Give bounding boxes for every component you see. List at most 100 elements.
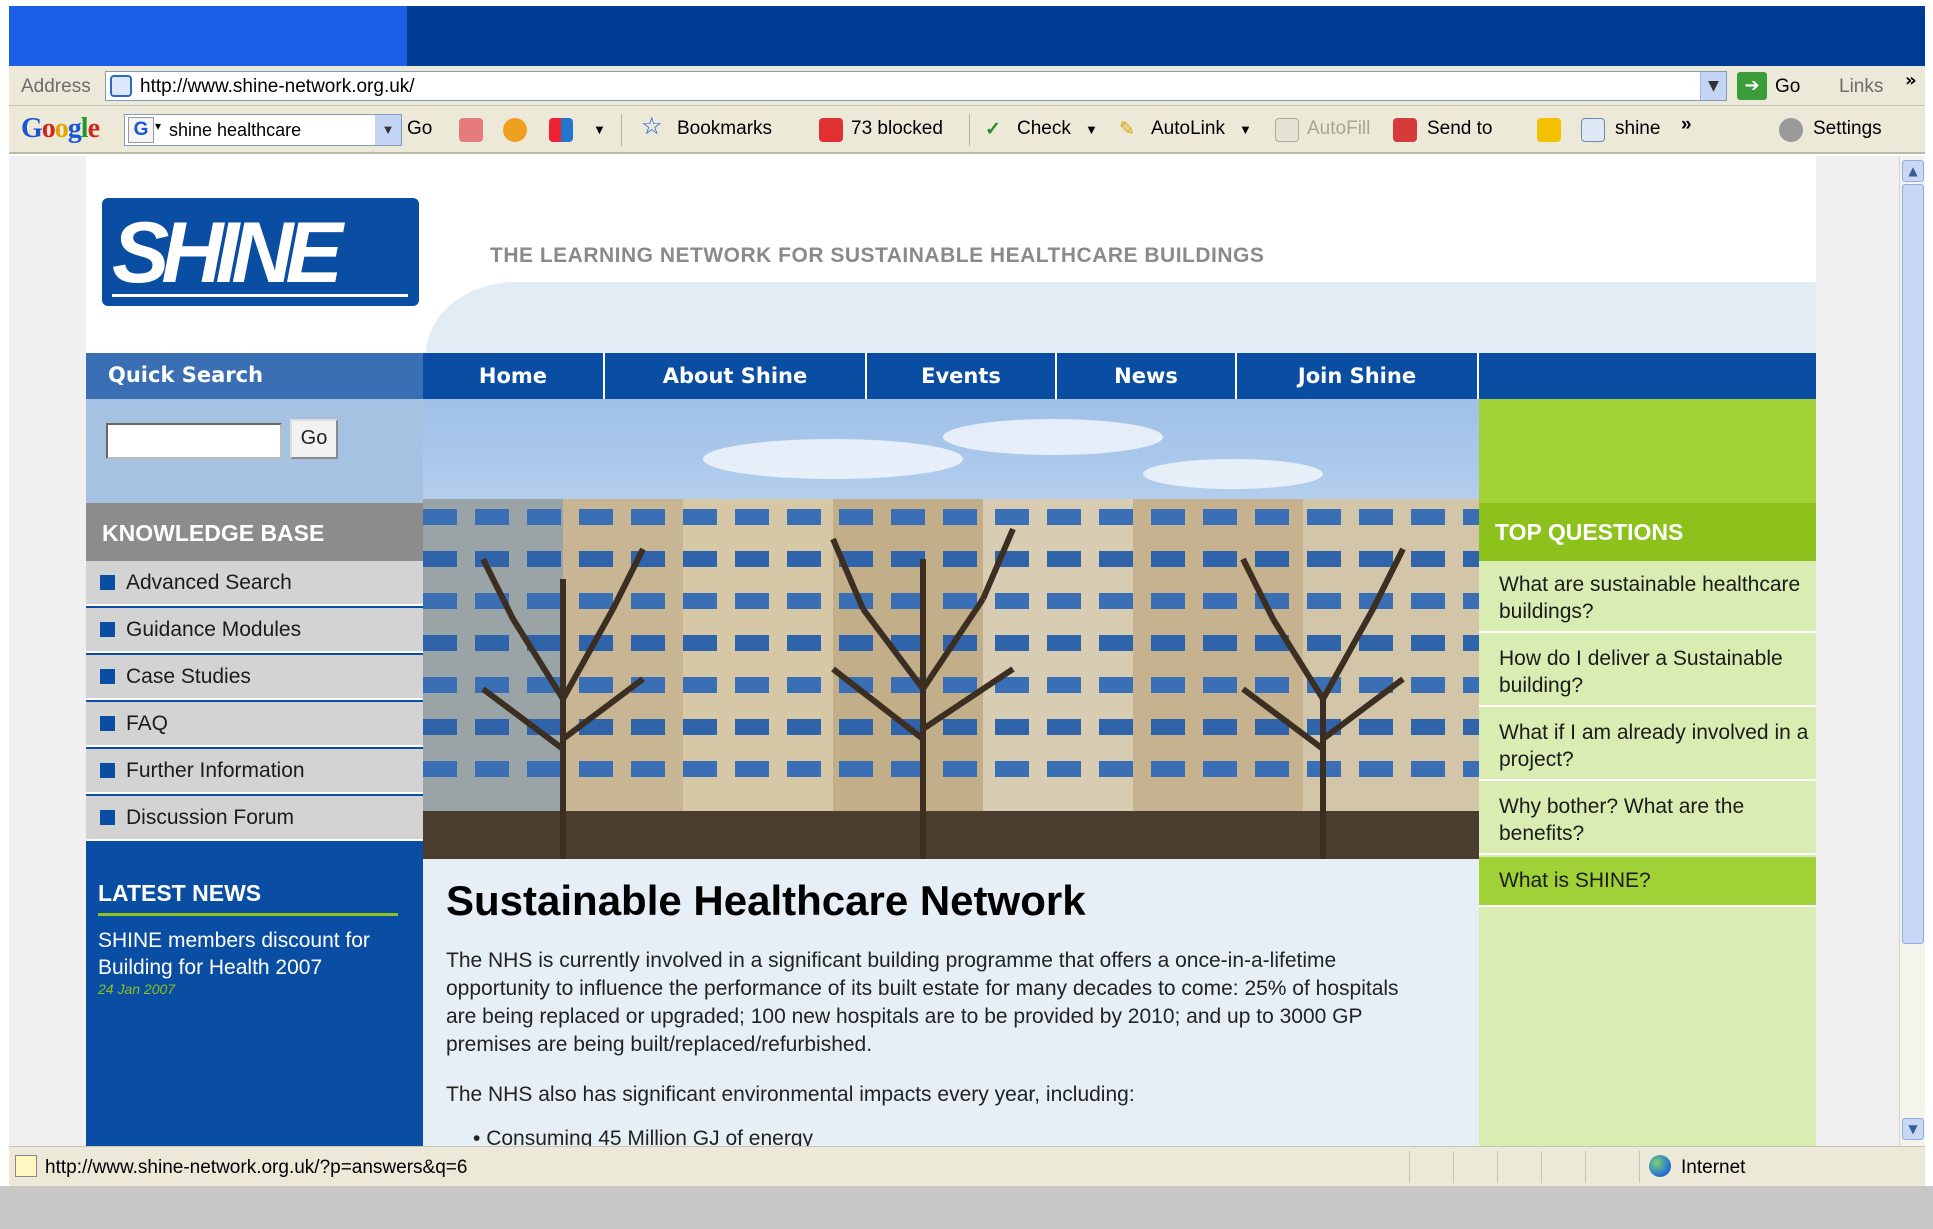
autofill-icon[interactable] — [1275, 118, 1299, 142]
kb-item-discussion-forum[interactable]: Discussion Forum — [86, 796, 423, 841]
status-divider — [1409, 1151, 1410, 1183]
quick-search-input[interactable] — [106, 423, 282, 459]
more-chevron-icon[interactable]: » — [1681, 114, 1692, 136]
google-logo: Google — [21, 113, 100, 144]
square-bullet-icon — [100, 575, 115, 590]
kb-item-label: Guidance Modules — [126, 618, 302, 641]
sendto-icon[interactable] — [1393, 118, 1417, 142]
links-chevron-icon[interactable]: » — [1905, 70, 1917, 91]
go-label: Go — [1775, 76, 1801, 97]
address-input[interactable]: http://www.shine-network.org.uk/ ▼ — [105, 71, 1727, 101]
autolink-icon[interactable]: ✎ — [1119, 118, 1135, 141]
kb-item-label: Advanced Search — [126, 571, 292, 594]
autofill-button[interactable]: AutoFill — [1307, 118, 1370, 140]
nav-about-shine[interactable]: About Shine — [605, 353, 867, 399]
header-curve — [426, 282, 1816, 354]
sendto-button[interactable]: Send to — [1427, 118, 1493, 140]
nav-news[interactable]: News — [1057, 353, 1237, 399]
impact-bullet: • Consuming 45 Million GJ of energy — [473, 1127, 813, 1146]
kb-item-guidance-modules[interactable]: Guidance Modules — [86, 608, 423, 653]
chevron-down-icon[interactable]: ▼ — [1085, 122, 1098, 137]
site-tagline: THE LEARNING NETWORK FOR SUSTAINABLE HEA… — [490, 244, 1265, 267]
chevron-down-icon[interactable]: ▼ — [1239, 122, 1252, 137]
square-bullet-icon — [100, 669, 115, 684]
popup-blocker-icon[interactable] — [819, 118, 843, 142]
top-question-link[interactable]: What if I am already involved in a proje… — [1479, 709, 1816, 781]
toolbar-divider — [969, 114, 970, 146]
internet-globe-icon — [1649, 1155, 1671, 1177]
impact-bullet-text: Consuming 45 Million GJ of energy — [486, 1127, 814, 1146]
square-bullet-icon — [100, 810, 115, 825]
news-icon[interactable] — [459, 118, 483, 142]
latest-news-heading: LATEST NEWS — [98, 876, 398, 916]
right-top-block — [1479, 399, 1816, 503]
popup-blocked-count[interactable]: 73 blocked — [851, 118, 943, 140]
bookmarks-button[interactable]: Bookmarks — [677, 118, 772, 140]
highlight-icon[interactable] — [1537, 118, 1561, 142]
address-label: Address — [21, 76, 91, 97]
kb-item-label: FAQ — [126, 712, 169, 735]
right-sidebar: TOP QUESTIONS What are sustainable healt… — [1479, 399, 1816, 1146]
chevron-down-icon[interactable]: ▼ — [593, 122, 606, 137]
kb-item-case-studies[interactable]: Case Studies — [86, 655, 423, 700]
kb-item-faq[interactable]: FAQ — [86, 702, 423, 747]
nav-home[interactable]: Home — [423, 353, 605, 399]
google-search-input[interactable]: G ▾ shine healthcare ▼ — [124, 114, 402, 146]
vertical-scrollbar[interactable]: ▲ ▼ — [1899, 156, 1925, 1146]
page-icon — [110, 75, 132, 97]
scroll-down-arrow-icon[interactable]: ▼ — [1902, 1118, 1924, 1140]
status-divider — [1639, 1151, 1640, 1183]
tree — [480, 547, 646, 859]
cloud — [943, 419, 1163, 455]
title-bar-highlight — [9, 6, 407, 66]
links-button[interactable]: Links — [1839, 76, 1883, 98]
browser-window: Address http://www.shine-network.org.uk/… — [0, 0, 1933, 1229]
kb-item-advanced-search[interactable]: Advanced Search — [86, 561, 423, 606]
autolink-button[interactable]: AutoLink — [1151, 118, 1225, 140]
address-go-button[interactable]: ➔ Go — [1737, 72, 1817, 100]
top-question-link[interactable]: How do I deliver a Sustainable building? — [1479, 635, 1816, 707]
spellcheck-icon[interactable]: ✓ — [985, 118, 1001, 141]
kb-item-label: Discussion Forum — [126, 806, 295, 829]
check-button[interactable]: Check — [1017, 118, 1071, 140]
page-heading: Sustainable Healthcare Network — [446, 877, 1086, 924]
cloud — [1143, 459, 1323, 489]
search-shine-icon[interactable] — [1581, 118, 1605, 142]
news-headline-link[interactable]: SHINE members discount for Building for … — [98, 927, 408, 981]
shine-logo[interactable]: SHINE — [102, 198, 419, 306]
hospital-building-photo — [423, 399, 1479, 859]
logo-text: SHINE — [112, 205, 343, 301]
browser-viewport: SHINE THE LEARNING NETWORK FOR SUSTAINAB… — [9, 156, 1899, 1146]
bookmarks-star-icon[interactable]: ☆ — [641, 112, 663, 141]
translate-icon[interactable] — [549, 118, 573, 142]
search-shine-button[interactable]: shine — [1615, 118, 1660, 140]
quick-search-go-button[interactable]: Go — [290, 419, 338, 459]
google-search-value[interactable]: shine healthcare — [169, 120, 301, 141]
spiral-icon[interactable] — [503, 118, 527, 142]
top-question-link[interactable]: Why bother? What are the benefits? — [1479, 783, 1816, 855]
nav-join-shine[interactable]: Join Shine — [1237, 353, 1479, 399]
google-g-icon[interactable]: G — [128, 117, 154, 143]
scrollbar-thumb[interactable] — [1902, 184, 1924, 944]
address-bar: Address http://www.shine-network.org.uk/… — [9, 66, 1925, 106]
chevron-down-icon[interactable]: ▼ — [1700, 72, 1726, 100]
security-zone-label: Internet — [1681, 1157, 1746, 1178]
tree — [1240, 547, 1406, 859]
square-bullet-icon — [100, 763, 115, 778]
main-nav: Home About Shine Events News Join Shine — [423, 353, 1816, 399]
scroll-up-arrow-icon[interactable]: ▲ — [1902, 160, 1924, 182]
top-question-link[interactable]: What are sustainable healthcare building… — [1479, 561, 1816, 633]
top-question-link-active[interactable]: What is SHINE? — [1479, 857, 1816, 907]
status-bar: http://www.shine-network.org.uk/?p=answe… — [9, 1146, 1925, 1186]
top-questions-heading: TOP QUESTIONS — [1479, 503, 1816, 561]
knowledge-base-heading: KNOWLEDGE BASE — [86, 503, 423, 561]
nav-events[interactable]: Events — [867, 353, 1057, 399]
google-go-button[interactable]: Go — [407, 118, 432, 140]
kb-item-further-information[interactable]: Further Information — [86, 749, 423, 794]
address-url[interactable]: http://www.shine-network.org.uk/ — [140, 76, 415, 98]
logo-underline — [112, 294, 408, 297]
chevron-down-icon[interactable]: ▼ — [375, 115, 401, 145]
settings-wrench-icon[interactable] — [1779, 118, 1803, 142]
settings-button[interactable]: Settings — [1813, 118, 1882, 140]
kb-item-label: Further Information — [126, 759, 305, 782]
